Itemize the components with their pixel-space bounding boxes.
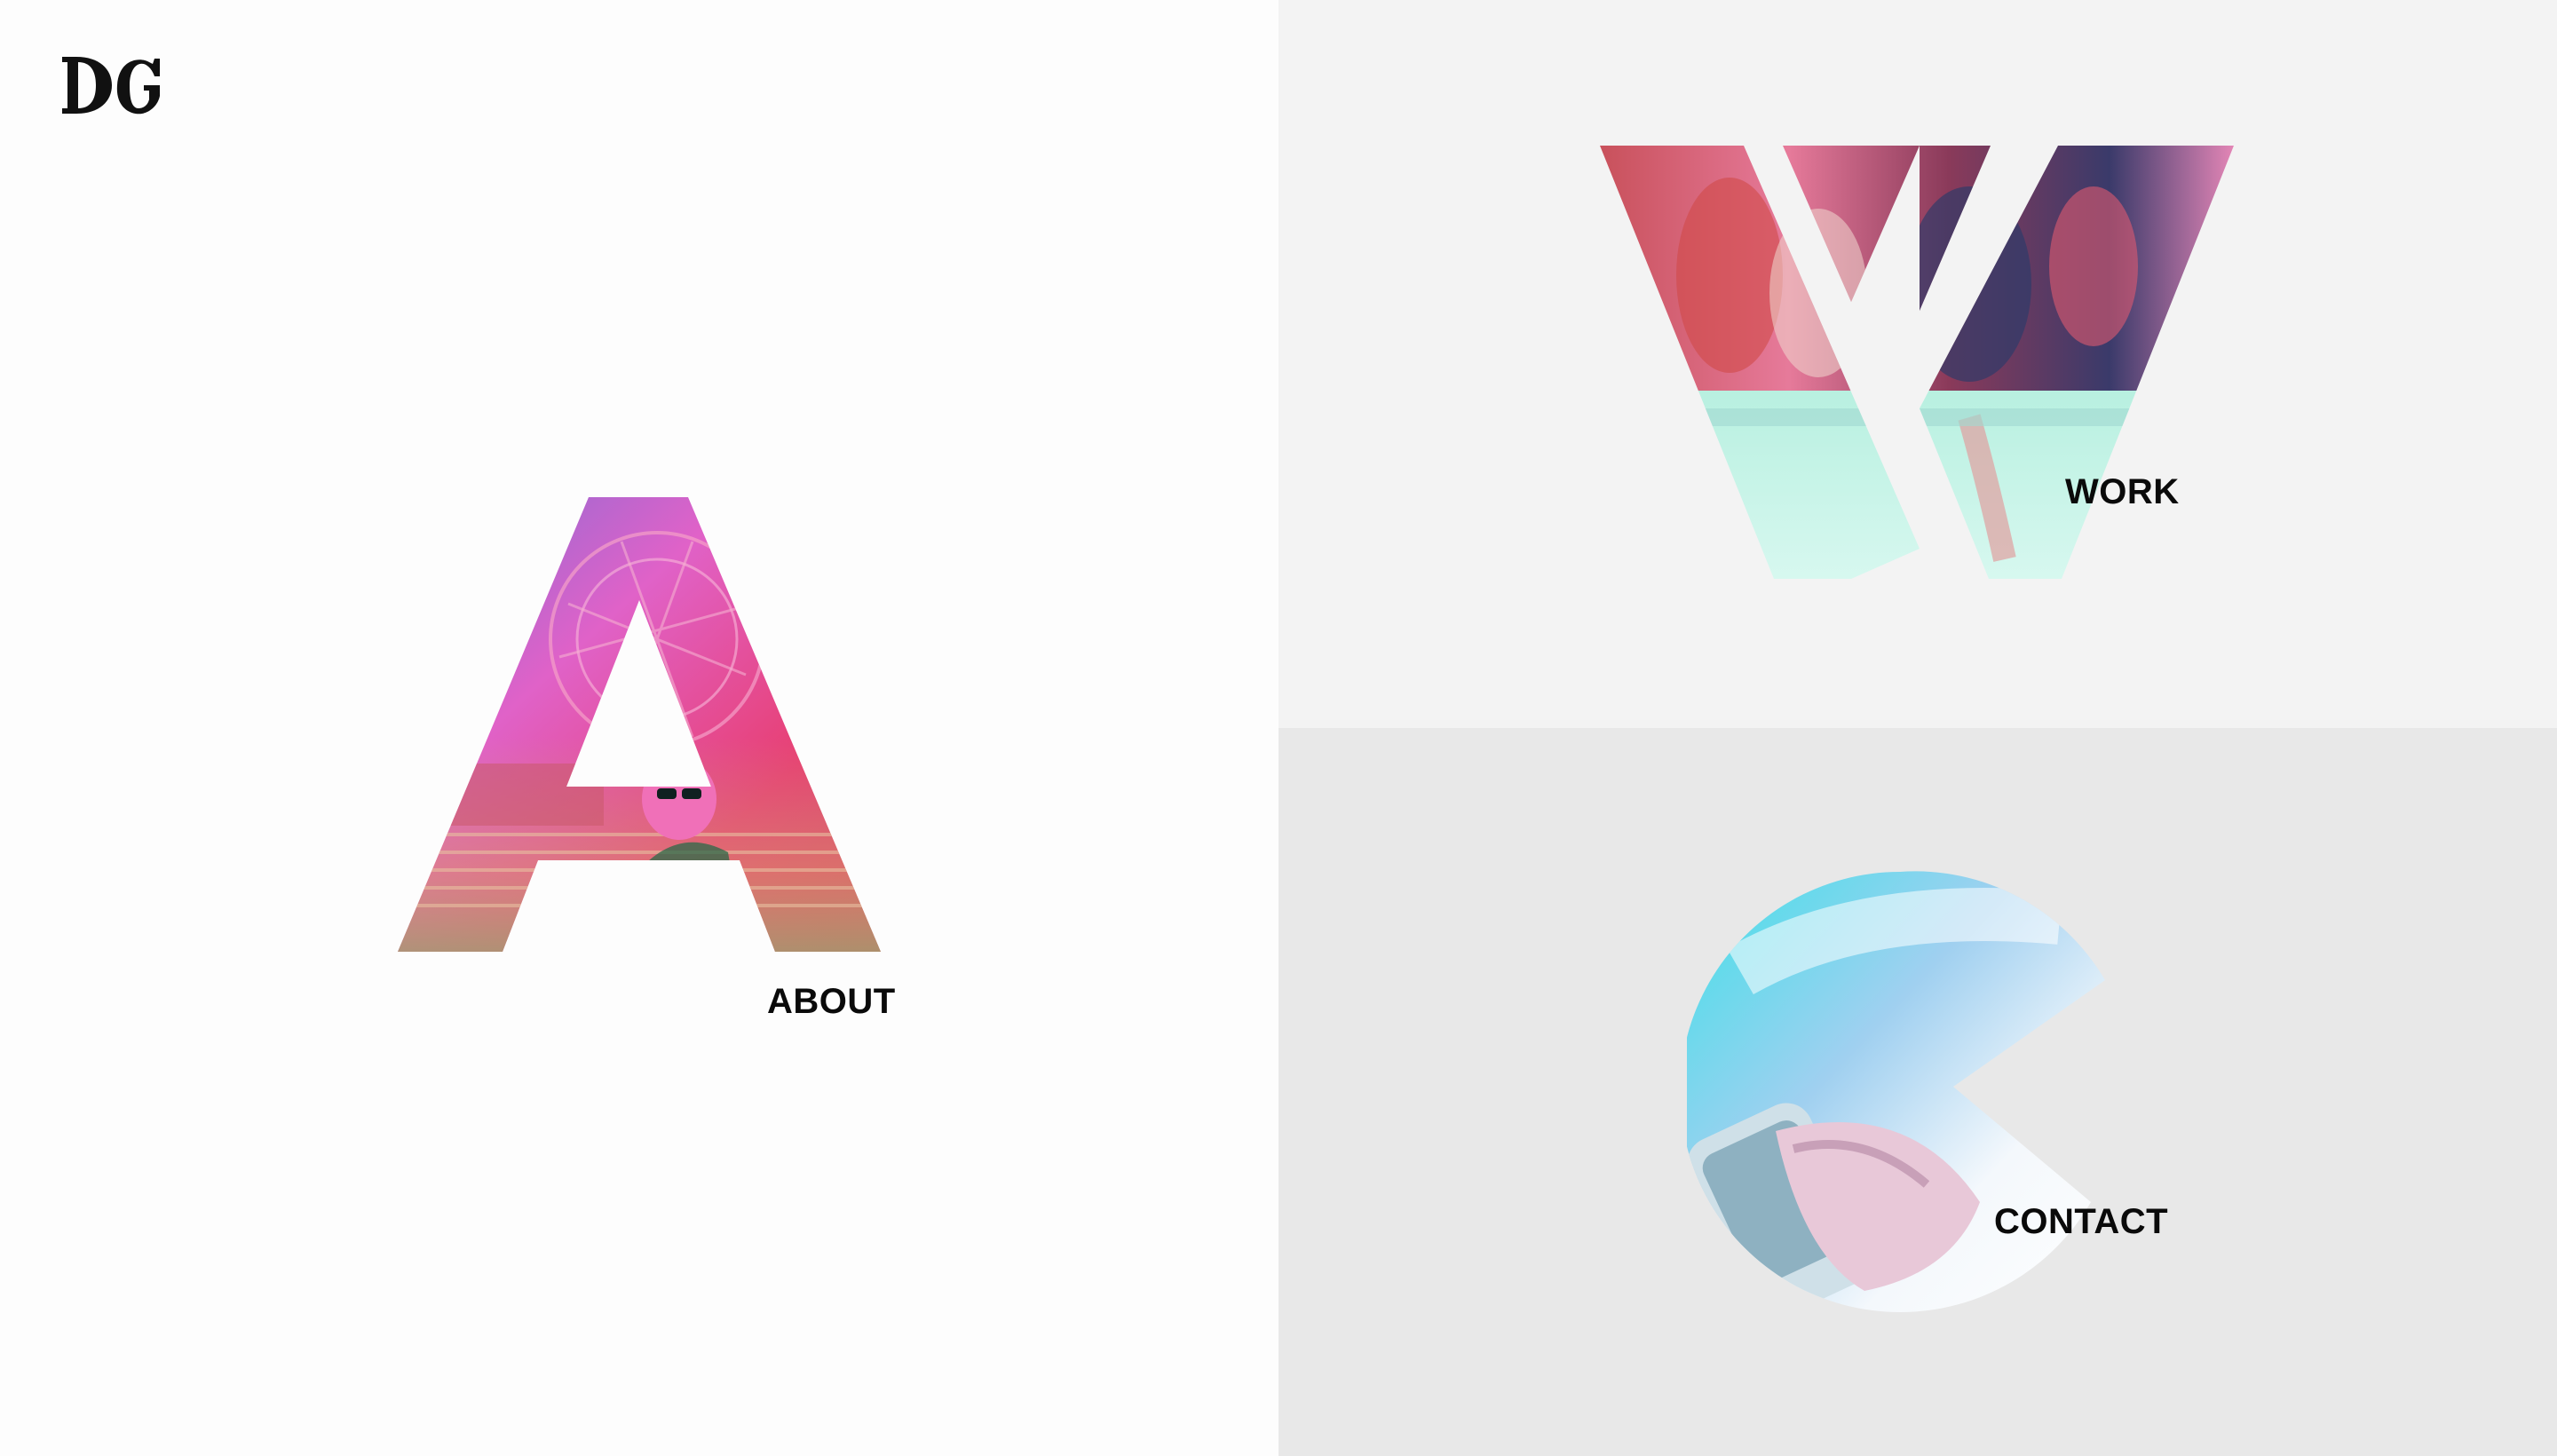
- letter-a-graphic: [398, 497, 881, 952]
- about-nav-label[interactable]: ABOUT: [767, 984, 896, 1019]
- home-page: ABOUT WORK CONTACT: [0, 0, 2557, 1456]
- about-letter-link[interactable]: [391, 497, 888, 959]
- dg-logo[interactable]: [60, 53, 169, 117]
- work-nav-label[interactable]: WORK: [2065, 474, 2180, 510]
- letter-w-graphic: [1600, 146, 2234, 579]
- letter-c-graphic: [1687, 871, 2106, 1312]
- about-panel: ABOUT: [0, 0, 1278, 1456]
- contact-letter-link[interactable]: [1687, 865, 2113, 1318]
- contact-nav-label[interactable]: CONTACT: [1994, 1204, 2168, 1239]
- work-letter-link[interactable]: [1596, 142, 2237, 586]
